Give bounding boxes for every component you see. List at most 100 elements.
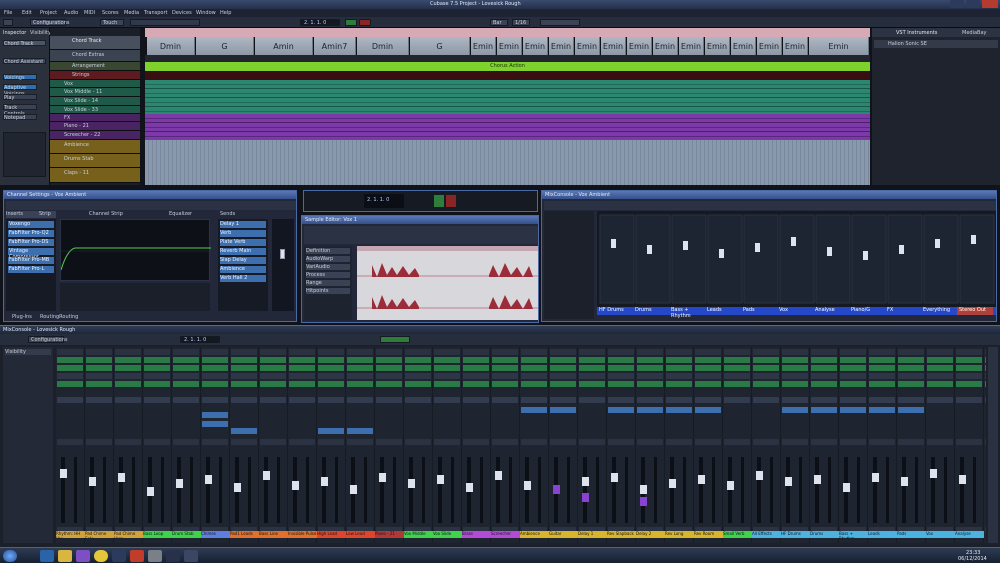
chord-event[interactable]: Dmin	[147, 37, 195, 55]
channel-name[interactable]: All Effects	[752, 531, 781, 538]
insert-slot[interactable]: FabFilter Pro-L	[8, 266, 54, 273]
channel-name[interactable]: Vox	[926, 531, 955, 538]
track-header[interactable]: Drums Stab	[50, 154, 140, 168]
chord-event[interactable]: G	[410, 37, 470, 55]
menu-project[interactable]: Project	[40, 10, 57, 16]
track-header[interactable]: Vox	[50, 80, 140, 88]
strip-tab[interactable]: Strip	[39, 211, 51, 217]
tab-hitpoints[interactable]: Hitpoints	[306, 288, 350, 294]
tab-mediabay[interactable]: MediaBay	[962, 30, 986, 36]
transport-play-button[interactable]	[434, 195, 444, 207]
channel-name[interactable]: Drums	[633, 307, 669, 315]
channel-name[interactable]: FX	[885, 307, 921, 315]
activate-project-button[interactable]	[3, 19, 13, 26]
channel-name[interactable]: Bass + Rhythm	[669, 307, 705, 319]
channel-name[interactable]: Rev Room	[694, 531, 723, 538]
track-header[interactable]: Strings	[50, 71, 140, 80]
track-header[interactable]: Ambience	[50, 140, 140, 154]
menu-window[interactable]: Window	[196, 10, 216, 16]
channel-name[interactable]: Leads	[868, 531, 897, 538]
eq-band-controls[interactable]	[60, 283, 210, 311]
chord-event[interactable]: Emin	[471, 37, 496, 55]
start-button[interactable]	[3, 550, 17, 562]
menu-file[interactable]: File	[4, 10, 12, 16]
chord-event[interactable]: Emin	[601, 37, 626, 55]
sends-tab[interactable]: Sends	[220, 211, 235, 217]
send-slot[interactable]: Reverb Main	[220, 248, 266, 255]
channel-name[interactable]: Rev Slapback	[607, 531, 636, 538]
record-button[interactable]	[359, 19, 371, 26]
insert-slot[interactable]: FabFilter Pro-MB	[8, 257, 54, 264]
channel-name[interactable]: Drum Stab	[172, 531, 201, 538]
taskbar-app-icon[interactable]	[58, 550, 72, 562]
small-fader-bank[interactable]	[597, 211, 996, 307]
chord-event[interactable]: Emin	[679, 37, 704, 55]
drum-events[interactable]	[145, 140, 870, 185]
touch-mode-select[interactable]: Touch	[100, 19, 124, 26]
track-header[interactable]: Screecher - 22	[50, 131, 140, 140]
channel-name[interactable]: Leads	[705, 307, 741, 315]
track-header[interactable]: Vox Middle - 11	[50, 88, 140, 97]
strings-lane[interactable]	[145, 71, 870, 80]
chord-event[interactable]: Emin	[653, 37, 678, 55]
menu-edit[interactable]: Edit	[22, 10, 32, 16]
taskbar-app-icon[interactable]	[76, 550, 90, 562]
taskbar-app-icon[interactable]	[184, 550, 198, 562]
tab-audiowarp[interactable]: AudioWarp	[306, 256, 350, 262]
fader-cap[interactable]	[280, 249, 285, 259]
channel-name[interactable]: Analyse	[813, 307, 849, 315]
channel-name[interactable]: Rev Long	[665, 531, 694, 538]
vox-events[interactable]	[145, 80, 870, 114]
channel-name[interactable]: Bass Loop	[143, 531, 172, 538]
channel-name[interactable]: HF Drums	[597, 307, 633, 315]
visibility-tab-header[interactable]: Visibility	[5, 349, 51, 355]
send-slot[interactable]: Delay 1	[220, 221, 266, 228]
channel-name[interactable]: High Lead	[317, 531, 346, 538]
mixer-channel-area[interactable]	[56, 347, 986, 543]
track-header[interactable]: Chord Extras	[50, 50, 140, 62]
channel-name[interactable]: Delay 1	[578, 531, 607, 538]
channel-name[interactable]: Piano/G	[849, 307, 885, 315]
routing-footer[interactable]: RoutingRouting	[40, 314, 78, 320]
channel-name[interactable]: Delay 2	[636, 531, 665, 538]
chord-event[interactable]: Emin	[627, 37, 652, 55]
taskbar-app-icon[interactable]	[94, 550, 108, 562]
chord-event[interactable]: Emin	[575, 37, 600, 55]
ruler[interactable]	[145, 28, 870, 37]
channel-name[interactable]: Chimes	[201, 531, 230, 538]
channel-name[interactable]: Guitar	[549, 531, 578, 538]
send-slot[interactable]: Ambience	[220, 266, 266, 273]
close-button[interactable]	[982, 0, 998, 8]
clock-date[interactable]: 06/12/2014	[958, 556, 987, 562]
channel-name[interactable]: Vox	[777, 307, 813, 315]
channel-name[interactable]: Low Lead	[346, 531, 375, 538]
chord-event[interactable]: Emin	[523, 37, 548, 55]
mixconsole-configurations[interactable]: Configurations	[28, 336, 68, 343]
chord-event[interactable]: Emin	[757, 37, 782, 55]
channel-name[interactable]: Everything	[921, 307, 957, 315]
channel-name[interactable]: Bass + Rhythm	[839, 531, 868, 538]
tab-range[interactable]: Range	[306, 280, 350, 286]
chord-event[interactable]: G	[196, 37, 254, 55]
send-slot[interactable]: Verb	[220, 230, 266, 237]
channel-strip-tab[interactable]: Channel Strip	[89, 211, 123, 217]
channel-name[interactable]: Rhythm: HH Vox	[56, 531, 85, 538]
tab-definition[interactable]: Definition	[306, 248, 350, 254]
channel-name[interactable]: Invisible Pulse	[288, 531, 317, 538]
insert-slot[interactable]: FabFilter Pro-Q2	[8, 230, 54, 237]
menu-audio[interactable]: Audio	[64, 10, 78, 16]
insert-slot[interactable]: Vintage Compressor	[8, 248, 54, 260]
send-slot[interactable]: Slap Delay	[220, 257, 266, 264]
maximize-button[interactable]	[966, 0, 980, 8]
chord-event[interactable]: Emin	[731, 37, 756, 55]
channel-name[interactable]: Pad Chime Solo	[85, 531, 114, 538]
taskbar-app-icon[interactable]	[166, 550, 180, 562]
inspector-item[interactable]: Track Controls	[3, 104, 37, 117]
channel-name[interactable]: Pad1 Leads	[230, 531, 259, 538]
instrument-slot[interactable]: Halion Sonic SE	[874, 40, 998, 48]
channel-name[interactable]: Bass Line	[259, 531, 288, 538]
channel-name[interactable]: Brass	[462, 531, 491, 538]
chord-event[interactable]: Emin	[809, 37, 869, 55]
tab-vst-instruments[interactable]: VST Instruments	[896, 30, 937, 36]
inspector-item[interactable]: Play	[3, 94, 37, 101]
